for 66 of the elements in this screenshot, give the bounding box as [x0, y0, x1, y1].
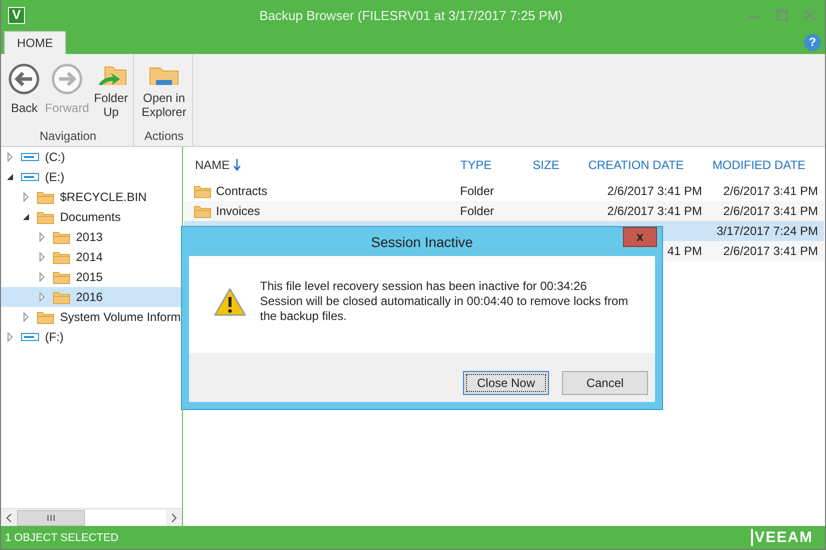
tree-item[interactable]: 2015 [1, 267, 182, 287]
dialog-button[interactable]: Close Now [463, 370, 549, 394]
drive-icon [21, 332, 39, 342]
table-cell: 41 PM [667, 244, 702, 258]
tree-item[interactable]: $RECYCLE.BIN [1, 187, 182, 207]
app-logo: V [8, 6, 25, 24]
tree-item[interactable]: (C:) [1, 147, 182, 167]
dialog-title: Session Inactive [371, 234, 473, 250]
ribbon-tab[interactable]: HOME [4, 31, 66, 54]
tree-item[interactable]: 2013 [1, 227, 182, 247]
folder-icon [53, 270, 70, 284]
column-header[interactable]: TYPE [441, 158, 511, 172]
horizontal-scrollbar[interactable] [1, 508, 182, 526]
column-header[interactable]: MODIFIED DATE [701, 158, 823, 172]
tree-item[interactable]: System Volume Inform [1, 307, 182, 327]
table-cell: Folder [460, 184, 494, 198]
drive-icon [21, 172, 39, 182]
tree-item[interactable]: 2016 [1, 287, 182, 307]
table-row[interactable]: Invoices Folder 2/6/2017 3:41 PM 2/6/2017 3:41 PM [184, 201, 824, 221]
folder-icon [53, 230, 70, 244]
scrollbar-thumb[interactable] [17, 510, 85, 526]
expanded-arrow-icon[interactable] [5, 172, 15, 182]
expanded-arrow-icon[interactable] [21, 212, 31, 222]
group-label: Actions [143, 128, 185, 145]
table-cell: 3/17/2017 7:24 PM [716, 224, 818, 238]
folder-icon [37, 310, 54, 324]
table-row[interactable]: Contracts Folder 2/6/2017 3:41 PM 2/6/2017 3:41 PM [184, 181, 824, 201]
table-cell: 2/6/2017 3:41 PM [723, 184, 818, 198]
drive-icon [21, 152, 39, 162]
column-header[interactable]: CREATION DATE [581, 158, 701, 172]
collapsed-arrow-icon[interactable] [5, 152, 15, 162]
table-cell: 2/6/2017 3:41 PM [607, 204, 702, 218]
ribbon-button[interactable]: Back [6, 60, 42, 122]
table-cell: 2/6/2017 3:41 PM [723, 204, 818, 218]
brand-logo: VEEAM [750, 529, 813, 546]
maximize-icon[interactable] [775, 8, 789, 22]
message-text: Session will be closed automatically in 00:04:40 to remove locks from the backup files. [260, 294, 630, 324]
table-cell: Contracts [216, 184, 268, 198]
tree-item[interactable]: 2014 [1, 247, 182, 267]
folder-icon [194, 204, 211, 218]
column-header[interactable]: NAME [183, 158, 441, 172]
ribbon-button[interactable]: Open in Explorer [139, 60, 189, 122]
collapsed-arrow-icon[interactable] [21, 192, 31, 202]
folder-icon [194, 184, 211, 198]
tree-item[interactable]: Documents [1, 207, 182, 227]
dialog-button[interactable]: Cancel [562, 370, 648, 394]
tree-item[interactable]: (E:) [1, 167, 182, 187]
status-text: 1 OBJECT SELECTED [5, 532, 118, 544]
folder-icon [53, 250, 70, 264]
sort-down-arrow-icon [232, 159, 241, 171]
close-icon[interactable] [803, 8, 817, 22]
ribbon-button[interactable]: Folder Up [92, 60, 130, 122]
warning-icon [214, 288, 246, 316]
close-button[interactable]: x [623, 227, 657, 247]
table-cell: Invoices [216, 204, 260, 218]
group-label: Navigation [38, 128, 98, 145]
window-title: Backup Browser (FILESRV01 at 3/17/2017 7:25 PM) [258, 8, 564, 22]
message-text: This file level recovery session has been inactive for 00:34:26 [260, 279, 588, 294]
folder-icon [37, 210, 54, 224]
folder-icon [37, 190, 54, 204]
table-cell: 2/6/2017 3:41 PM [607, 184, 702, 198]
column-header[interactable]: SIZE [511, 158, 581, 172]
table-cell: Folder [460, 204, 494, 218]
tree-item[interactable]: (F:) [1, 327, 182, 347]
table-cell: 2/6/2017 3:41 PM [723, 244, 818, 258]
folder-icon [53, 290, 70, 304]
